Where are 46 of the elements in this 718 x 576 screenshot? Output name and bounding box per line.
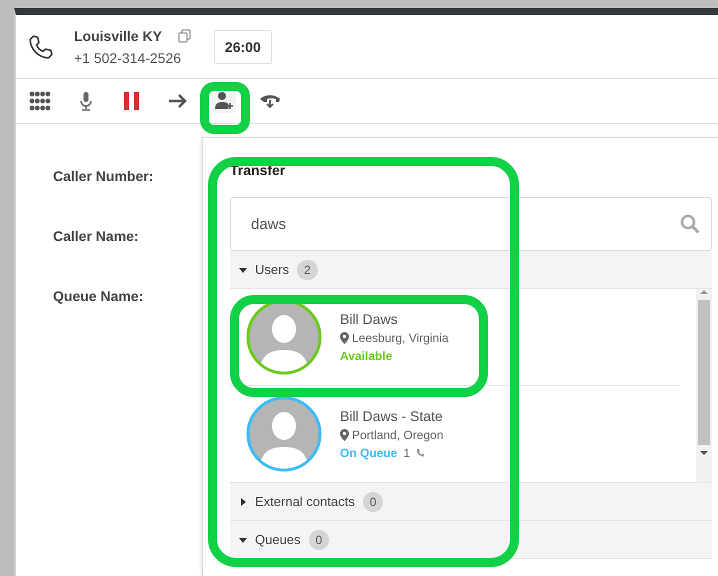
section-header[interactable]: Users 2	[230, 251, 712, 289]
detail-label: Queue Name:	[53, 288, 144, 304]
hang-up-icon	[259, 93, 281, 109]
call-count: 1	[403, 446, 410, 460]
section-label: Queues	[255, 532, 301, 547]
count-badge: 2	[296, 260, 318, 280]
phone-icon	[416, 448, 424, 458]
caret-right-icon	[239, 498, 247, 506]
user-status: On Queue	[340, 446, 398, 460]
search-field[interactable]: daws	[230, 197, 712, 251]
location-pin-icon	[340, 428, 349, 441]
detail-label: Caller Name:	[53, 228, 140, 244]
detail-label: Caller Number:	[53, 168, 154, 184]
phone-icon	[28, 34, 54, 60]
user-row[interactable]: Bill Daws - State Portland, Oregon On Queue 1	[230, 386, 680, 482]
scroll-down-icon[interactable]	[700, 450, 708, 456]
count-badge: 0	[308, 530, 330, 550]
call-timer: 26:00	[214, 30, 272, 64]
user-name: Bill Daws	[340, 310, 399, 327]
section-header[interactable]: External contacts 0	[230, 483, 712, 521]
count-badge: 0	[362, 492, 384, 512]
highlight-frame	[200, 82, 250, 134]
pause-icon	[123, 91, 141, 111]
section-label: Users	[255, 262, 289, 277]
toolbar-button[interactable]	[212, 89, 236, 113]
caret-down-icon	[239, 536, 247, 544]
scrollbar[interactable]	[696, 289, 712, 482]
section-header[interactable]: Queues 0	[230, 521, 712, 559]
toolbar-button[interactable]	[28, 89, 52, 113]
caller-number: +1 502-314-2526	[74, 50, 182, 66]
panel-title: Transfer	[230, 162, 286, 178]
arrow-icon	[168, 93, 188, 109]
location-pin-icon	[340, 332, 349, 344]
user-location: Portland, Oregon	[352, 428, 444, 442]
section-label: External contacts	[255, 494, 355, 509]
add-person-icon	[214, 91, 234, 111]
user-status: Available	[340, 348, 392, 363]
microphone-icon	[80, 91, 92, 111]
search-icon	[680, 214, 700, 234]
user-location: Leesburg, Virginia	[352, 330, 449, 345]
caller-name: Louisville KY	[74, 28, 162, 44]
user-row[interactable]: Bill Daws Leesburg, Virginia Available	[230, 289, 680, 386]
caret-down-icon	[239, 266, 247, 274]
dialpad-icon	[29, 91, 51, 111]
user-name: Bill Daws - State	[340, 408, 444, 424]
copy-icon[interactable]	[178, 28, 192, 42]
